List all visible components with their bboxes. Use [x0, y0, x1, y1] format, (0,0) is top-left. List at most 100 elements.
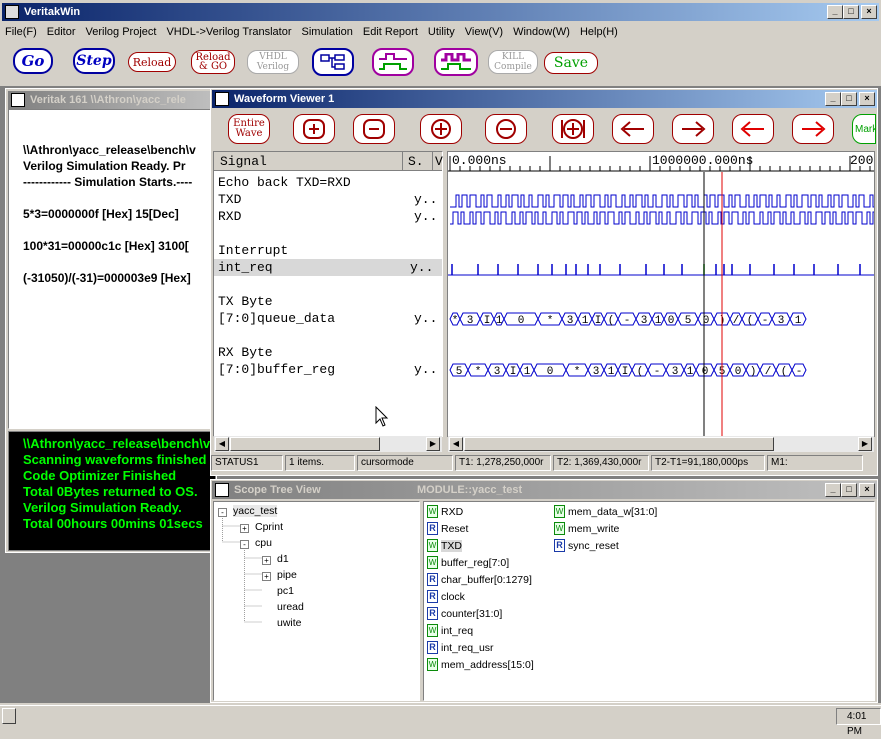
module-signal[interactable]: W RXD: [427, 505, 463, 518]
collapse-icon[interactable]: -: [218, 508, 227, 517]
waveform-close-button[interactable]: ×: [859, 92, 875, 106]
zoom-area-button[interactable]: [552, 114, 594, 144]
tree-item[interactable]: pc1: [277, 585, 294, 597]
start-button[interactable]: [2, 708, 16, 724]
scope-maximize-button[interactable]: □: [841, 483, 857, 497]
signal-row[interactable]: [7:0]buffer_reg y..: [218, 361, 442, 378]
module-signal[interactable]: Rsync_reset: [554, 539, 619, 552]
zoom-cursor-out-button[interactable]: [485, 114, 527, 144]
go-button[interactable]: Go: [13, 48, 53, 74]
module-signal[interactable]: Rint_req_usr: [427, 641, 494, 654]
module-signal[interactable]: Rclock: [427, 590, 465, 603]
signal-row[interactable]: [218, 225, 442, 242]
menu-item-4[interactable]: Simulation: [297, 26, 358, 38]
module-signal[interactable]: R Reset: [427, 522, 468, 535]
signal-column-header[interactable]: Signal: [220, 152, 267, 171]
wave-scroll-right-icon[interactable]: ▶: [858, 437, 872, 451]
menu-item-7[interactable]: View(V): [460, 26, 508, 38]
module-signal[interactable]: Wbuffer_reg[7:0]: [427, 556, 509, 569]
reload-button[interactable]: Reload: [128, 52, 176, 72]
menu-item-1[interactable]: Editor: [42, 26, 81, 38]
tree-item[interactable]: uread: [277, 601, 304, 613]
scroll-right-icon[interactable]: ▶: [426, 437, 440, 451]
collapse-icon[interactable]: -: [240, 540, 249, 549]
signal-row[interactable]: [218, 276, 442, 293]
wave-hscroll-thumb[interactable]: [464, 437, 774, 451]
reload-go-button[interactable]: Reload & GO: [191, 50, 235, 74]
tree-item[interactable]: yacc_test: [233, 505, 278, 517]
wave-canvas[interactable]: *3I10*31I(-31050)/(-315*3I10*31I(-31050)…: [448, 152, 875, 437]
scope-minimize-button[interactable]: _: [825, 483, 841, 497]
waveform-title-bar[interactable]: Waveform Viewer 1 _ □ ×: [212, 90, 877, 108]
status-column-header[interactable]: S.: [408, 152, 424, 171]
menu-item-2[interactable]: Verilog Project: [81, 26, 162, 38]
module-signal[interactable]: Wmem_address[15:0]: [427, 658, 534, 671]
signal-row[interactable]: [218, 327, 442, 344]
scope-close-button[interactable]: ×: [859, 483, 875, 497]
signal-row[interactable]: Interrupt: [218, 242, 442, 259]
console-title-bar[interactable]: Veritak 161 \\Athron\yacc_rele: [8, 91, 218, 109]
signal-hscroll-thumb[interactable]: [230, 437, 380, 451]
menu-item-8[interactable]: Window(W): [508, 26, 575, 38]
expand-icon[interactable]: +: [262, 572, 271, 581]
menu-item-9[interactable]: Help(H): [575, 26, 623, 38]
mark-button[interactable]: Mark: [852, 114, 876, 144]
menu-item-0[interactable]: File(F): [0, 26, 42, 38]
wave-hscroll[interactable]: ◀ ▶: [448, 436, 874, 452]
maximize-button[interactable]: □: [843, 5, 859, 19]
zoom-cursor-in-button[interactable]: [420, 114, 462, 144]
expand-icon[interactable]: +: [262, 556, 271, 565]
module-signal[interactable]: Wmem_write: [554, 522, 619, 535]
zoom-area-icon: [561, 119, 585, 139]
signal-row[interactable]: TXD y..: [218, 191, 442, 208]
hierarchy-button[interactable]: [312, 48, 354, 76]
signal-row[interactable]: int_req y..: [214, 259, 442, 276]
zoom-in-button[interactable]: [293, 114, 335, 144]
scope-title-bar[interactable]: Scope Tree View MODULE::yacc_test _ □ ×: [212, 481, 877, 499]
app-title-bar[interactable]: VeritakWin _ □ ×: [2, 3, 879, 21]
waveform-minimize-button[interactable]: _: [825, 92, 841, 106]
menu-item-6[interactable]: Utility: [423, 26, 460, 38]
module-signal[interactable]: Wint_req: [427, 624, 473, 637]
next-edge-button[interactable]: [672, 114, 714, 144]
console-line: Verilog Simulation Ready. Pr: [23, 159, 186, 173]
module-signal[interactable]: Rcounter[31:0]: [427, 607, 502, 620]
vhdl-verilog-button[interactable]: VHDL Verilog: [247, 50, 299, 74]
prev-edge-button[interactable]: [612, 114, 654, 144]
waveform-maximize-button[interactable]: □: [841, 92, 857, 106]
module-signal[interactable]: Rchar_buffer[0:1279]: [427, 573, 532, 586]
wave-magenta-button[interactable]: [434, 48, 478, 76]
minimize-button[interactable]: _: [827, 5, 843, 19]
value-column-header[interactable]: V: [435, 152, 443, 171]
zoom-out-button[interactable]: [353, 114, 395, 144]
step-button[interactable]: Step: [73, 48, 115, 74]
signal-row[interactable]: [7:0]queue_data y..: [218, 310, 442, 327]
bus-label: (: [637, 366, 644, 378]
module-signal[interactable]: W TXD: [427, 539, 462, 552]
tree-item[interactable]: Cprint: [255, 521, 283, 533]
tree-item[interactable]: d1: [277, 553, 289, 565]
menu-item-5[interactable]: Edit Report: [358, 26, 423, 38]
wave-scroll-left-icon[interactable]: ◀: [449, 437, 463, 451]
signal-row[interactable]: RXD y..: [218, 208, 442, 225]
expand-icon[interactable]: +: [240, 524, 249, 533]
close-button[interactable]: ×: [861, 5, 877, 19]
scroll-left-icon[interactable]: ◀: [215, 437, 229, 451]
menu-item-3[interactable]: VHDL->Verilog Translator: [161, 26, 296, 38]
signal-row[interactable]: Echo back TXD=RXD: [218, 174, 442, 191]
signal-row[interactable]: TX Byte: [218, 293, 442, 310]
tree-item[interactable]: cpu: [255, 537, 272, 549]
wave-green-button[interactable]: [372, 48, 414, 76]
signal-hscroll[interactable]: ◀ ▶: [214, 436, 442, 452]
signal-row[interactable]: RX Byte: [218, 344, 442, 361]
kill-compile-button[interactable]: KILL Compile: [488, 50, 538, 74]
module-signal[interactable]: Wmem_data_w[31:0]: [554, 505, 657, 518]
entire-wave-button[interactable]: Entire Wave: [228, 114, 270, 144]
tree-item[interactable]: pipe: [277, 569, 297, 581]
wave-panel[interactable]: *3I10*31I(-31050)/(-315*3I10*31I(-31050)…: [447, 151, 875, 437]
save-button[interactable]: Save: [544, 52, 598, 74]
signal-name: TXD: [218, 192, 242, 207]
next-marker-button[interactable]: [792, 114, 834, 144]
tree-item[interactable]: uwite: [277, 617, 302, 629]
prev-marker-button[interactable]: [732, 114, 774, 144]
